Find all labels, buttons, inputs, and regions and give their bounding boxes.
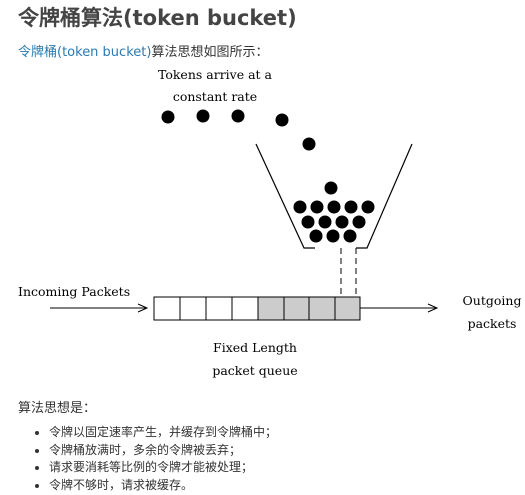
queue-label-line1: Fixed Length xyxy=(213,340,297,355)
queue-slot-empty xyxy=(153,296,181,321)
token-bucket-diagram: Tokens arrive at a constant rate Incomin… xyxy=(18,67,522,378)
token xyxy=(324,181,338,195)
token xyxy=(302,137,316,151)
packet-queue xyxy=(153,296,361,321)
token xyxy=(326,229,340,243)
tokens-arrive-label-line1: Tokens arrive at a xyxy=(158,67,273,82)
token xyxy=(161,110,175,124)
algorithm-points: 令牌以固定速率产生，并缓存到令牌桶中； 令牌桶放满时，多余的令牌被丢弃； 请求要… xyxy=(37,424,277,494)
bucket-tokens xyxy=(293,200,375,243)
token xyxy=(293,200,307,214)
list-item: 令牌以固定速率产生，并缓存到令牌桶中； xyxy=(49,424,277,442)
incoming-packets-label: Incoming Packets xyxy=(18,284,130,299)
outgoing-label-line2: packets xyxy=(468,316,517,331)
algorithm-heading: 算法思想是： xyxy=(18,401,97,416)
intro-paragraph: 令牌桶(token bucket)算法思想如图所示： xyxy=(18,41,268,60)
queue-slot-empty xyxy=(205,296,233,321)
token xyxy=(318,215,332,229)
intro-text: 算法思想如图所示： xyxy=(151,45,269,60)
token xyxy=(343,229,357,243)
token xyxy=(361,200,375,214)
queue-slot-empty xyxy=(179,296,207,321)
queue-slot-filled xyxy=(308,296,336,321)
queue-slot-filled xyxy=(334,296,361,321)
queue-slot-empty xyxy=(231,296,259,321)
falling-tokens xyxy=(161,109,338,195)
token xyxy=(275,113,289,127)
queue-slot-filled xyxy=(257,296,285,321)
token xyxy=(344,200,358,214)
queue-slot-filled xyxy=(283,296,310,321)
token xyxy=(309,229,323,243)
token xyxy=(301,215,315,229)
token xyxy=(327,200,341,214)
token xyxy=(352,215,366,229)
token xyxy=(196,109,210,123)
tokens-arrive-label-line2: constant rate xyxy=(173,89,257,104)
queue-label-line2: packet queue xyxy=(212,363,297,378)
list-item: 请求要消耗等比例的令牌才能被处理； xyxy=(49,459,277,477)
outgoing-label-line1: Outgoing xyxy=(463,293,522,308)
list-item: 令牌不够时，请求被缓存。 xyxy=(49,477,277,495)
page-title: 令牌桶算法(token bucket) xyxy=(18,6,297,30)
token-bucket-link[interactable]: 令牌桶(token bucket) xyxy=(18,45,151,60)
list-item: 令牌桶放满时，多余的令牌被丢弃； xyxy=(49,442,277,460)
token xyxy=(310,200,324,214)
token xyxy=(335,215,349,229)
token xyxy=(231,109,245,123)
